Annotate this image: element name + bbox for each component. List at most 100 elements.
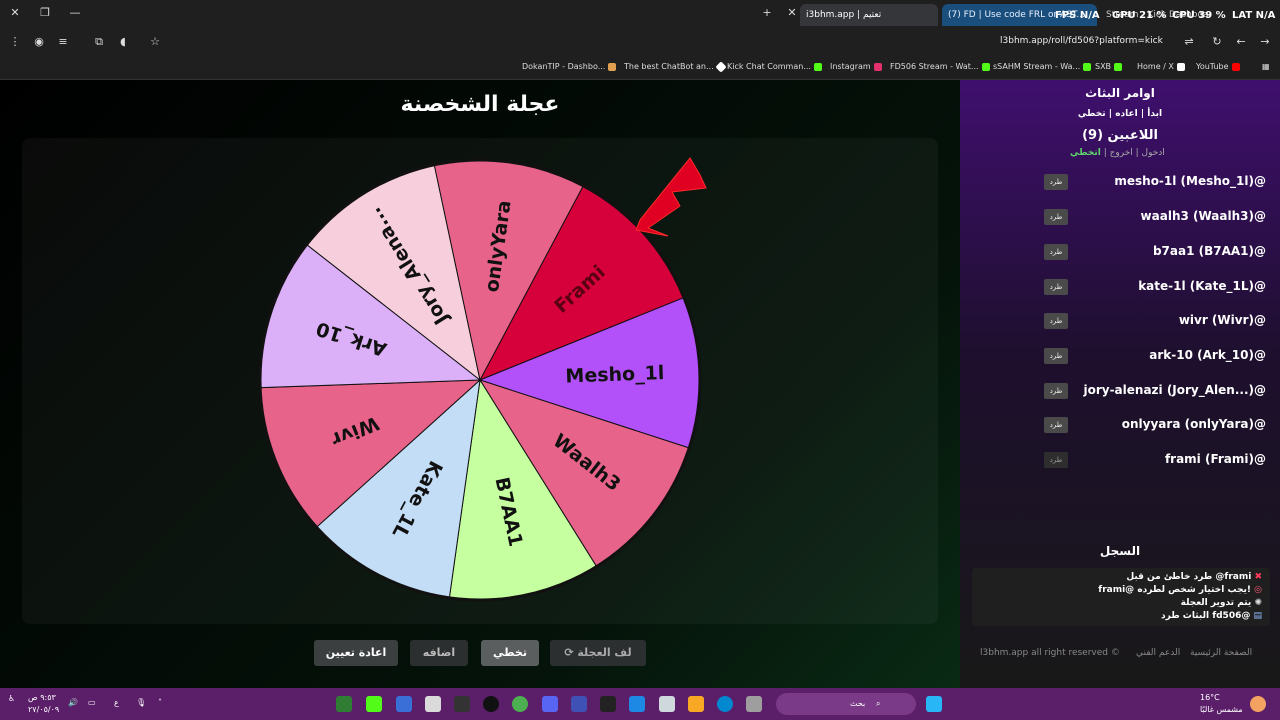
weather-temp: 16°C — [1200, 693, 1220, 702]
x-icon — [1176, 62, 1185, 71]
clock-time[interactable]: ٩:٥٣ ص — [28, 693, 56, 702]
log-item: يتم تدوير العجلة ✺ — [1180, 598, 1262, 608]
player-row: طرد jory-alenazi (Jory_Alen...)@ — [960, 379, 1280, 403]
spin-wheel[interactable]: FramiMesho_1lWaalh3B7AA1Kate_1LWivrArk_1… — [0, 80, 960, 688]
app-icon[interactable] — [571, 696, 587, 712]
maximize-icon[interactable]: ❐ — [38, 6, 52, 20]
gpu-overlay: GPU 21 % — [1112, 10, 1167, 21]
minimize-icon[interactable]: — — [68, 6, 82, 20]
streamer-commands-title: اوامر البثاث — [1085, 86, 1155, 100]
youtube-icon — [1231, 62, 1240, 71]
tab-i3bhm[interactable]: i3bhm.app | تعتيم — [800, 4, 938, 26]
home-link[interactable]: الصفحة الرئيسية — [1190, 648, 1252, 658]
bookmark-chatbot[interactable]: The best ChatBot an... — [624, 60, 727, 73]
player-name: b7aa1 (B7AA1)@ — [1152, 244, 1266, 258]
bookmark-youtube[interactable]: YouTube — [1196, 62, 1240, 71]
network-icon[interactable]: ▭ — [88, 698, 96, 707]
player-row: طرد wivr (Wivr)@ — [960, 309, 1280, 333]
streamer-sidebar: اوامر البثاث ابدأ | اعاده | تخطي اللاعبي… — [960, 80, 1280, 688]
streamer-commands: ابدأ | اعاده | تخطي — [1077, 109, 1163, 119]
search-label: بحث — [850, 699, 866, 708]
weather-icon[interactable] — [1250, 696, 1266, 712]
player-name: ark-10 (Ark_10)@ — [1149, 348, 1266, 362]
bookmark-x[interactable]: Home / X — [1137, 62, 1185, 71]
clock-date[interactable]: ٢٧/٠٥/٠٩ — [28, 705, 59, 714]
bookmark-fd506-stream[interactable]: FD506 Stream - Wat... — [890, 62, 990, 71]
kick-button[interactable]: طرد — [1044, 383, 1068, 399]
extension-icon[interactable]: ◉ — [32, 35, 46, 49]
weather-desc: مشمس غالبًا — [1200, 705, 1243, 714]
tab-close-icon[interactable]: ✕ — [785, 6, 799, 20]
accessibility-icon[interactable]: ♿ — [8, 694, 15, 703]
bookmarks-more-icon[interactable]: ▦ — [1262, 62, 1270, 71]
bookmark-sxb[interactable]: SXB — [1095, 62, 1123, 71]
kick-button[interactable]: طرد — [1044, 313, 1068, 329]
kick-button[interactable]: طرد — [1044, 417, 1068, 433]
edge-app-icon[interactable] — [717, 696, 733, 712]
kick-button[interactable]: طرد — [1044, 348, 1068, 364]
share-icon[interactable]: ⧉ — [92, 35, 106, 49]
volume-icon[interactable]: 🔊 — [68, 698, 78, 707]
refresh-icon: ⟳ — [564, 646, 578, 659]
player-name: mesho-1l (Mesho_1l)@ — [1114, 174, 1266, 188]
app-icon[interactable] — [746, 696, 762, 712]
language-indicator-icon[interactable]: ع — [114, 698, 119, 707]
file-explorer-icon[interactable] — [688, 696, 704, 712]
obs-app-icon[interactable] — [483, 696, 499, 712]
shopping-bag-icon — [608, 62, 617, 71]
chevron-up-icon[interactable]: ˄ — [158, 698, 162, 707]
reading-list-icon[interactable]: ≡ — [56, 35, 70, 49]
player-name: kate-1l (Kate_1L)@ — [1138, 279, 1266, 293]
microphone-icon[interactable]: 🎙 — [136, 698, 146, 707]
xbox-app-icon[interactable] — [336, 696, 352, 712]
new-tab-icon[interactable]: + — [760, 6, 774, 20]
windows-taskbar: ♿ ٩:٥٣ ص ٢٧/٠٥/٠٩ 🔊 ▭ ع 🎙 ˄ ⌕ بحث 16°C م… — [0, 688, 1280, 720]
kick-button[interactable]: طرد — [1044, 174, 1068, 190]
back-icon[interactable]: ← — [1234, 35, 1248, 49]
spin-wheel-button[interactable]: ⟳ لف العجلة — [550, 640, 646, 666]
player-name: onlyyara (onlyYara)@ — [1121, 417, 1266, 431]
kick-icon — [1114, 62, 1123, 71]
kick-app-icon[interactable] — [366, 696, 382, 712]
app-icon[interactable] — [659, 696, 675, 712]
support-link[interactable]: الدعم الفني — [1136, 648, 1180, 658]
add-button[interactable]: اضافه — [410, 640, 468, 666]
kick-button[interactable]: طرد — [1044, 244, 1068, 260]
player-name: wivr (Wivr)@ — [1178, 313, 1266, 327]
kick-icon — [981, 62, 990, 71]
skip-button[interactable]: تخطي — [481, 640, 539, 666]
discord-app-icon[interactable] — [542, 696, 558, 712]
log-item: frami@ يجب اختيار شخص لطرده! ◎ — [1098, 585, 1262, 595]
player-name: frami (Frami)@ — [1164, 452, 1266, 466]
wheel-slice-label: Mesho_1l — [565, 362, 665, 387]
chrome-app-icon[interactable] — [512, 696, 528, 712]
forward-icon[interactable]: → — [1258, 35, 1272, 49]
spinner-icon: ✺ — [1254, 598, 1262, 608]
site-settings-icon[interactable]: ⇌ — [1182, 35, 1196, 49]
star-icon[interactable]: ☆ — [148, 35, 162, 49]
obs-overlay-app-icon[interactable] — [454, 696, 470, 712]
bookmark-ssahm-stream[interactable]: sSAHM Stream - Wa... — [993, 62, 1092, 71]
kick-button[interactable]: طرد — [1044, 279, 1068, 295]
kick-button[interactable]: طرد — [1044, 209, 1068, 225]
log-item: البثاث طرد fd506@ ▤ — [1160, 611, 1262, 621]
cpu-overlay: CPU 39 % — [1172, 10, 1226, 21]
reset-button[interactable]: اعادة تعيين — [314, 640, 398, 666]
cast-icon[interactable]: ◖ — [116, 35, 130, 49]
lat-overlay: LAT N/A — [1232, 10, 1276, 21]
start-icon[interactable] — [926, 696, 942, 712]
bookmark-instagram[interactable]: Instagram — [830, 62, 882, 71]
app-icon[interactable] — [629, 696, 645, 712]
address-bar[interactable]: l3bhm.app/roll/fd506?platform=kick — [1000, 36, 1163, 46]
bookmark-dokantip[interactable]: DokanTIP - Dashbo... — [522, 62, 617, 71]
search-box[interactable]: ⌕ بحث — [776, 693, 916, 715]
settings-app-icon[interactable] — [396, 696, 412, 712]
reload-icon[interactable]: ↻ — [1210, 35, 1224, 49]
bookmark-kick-chat[interactable]: Kick Chat Comman... — [727, 62, 822, 71]
tiktok-app-icon[interactable] — [600, 696, 616, 712]
store-app-icon[interactable] — [425, 696, 441, 712]
player-name: waalh3 (Waalh3)@ — [1140, 209, 1266, 223]
menu-dots-icon[interactable]: ⋮ — [8, 35, 22, 49]
close-window-icon[interactable]: ✕ — [8, 6, 22, 20]
kick-button[interactable]: طرد — [1044, 452, 1068, 468]
